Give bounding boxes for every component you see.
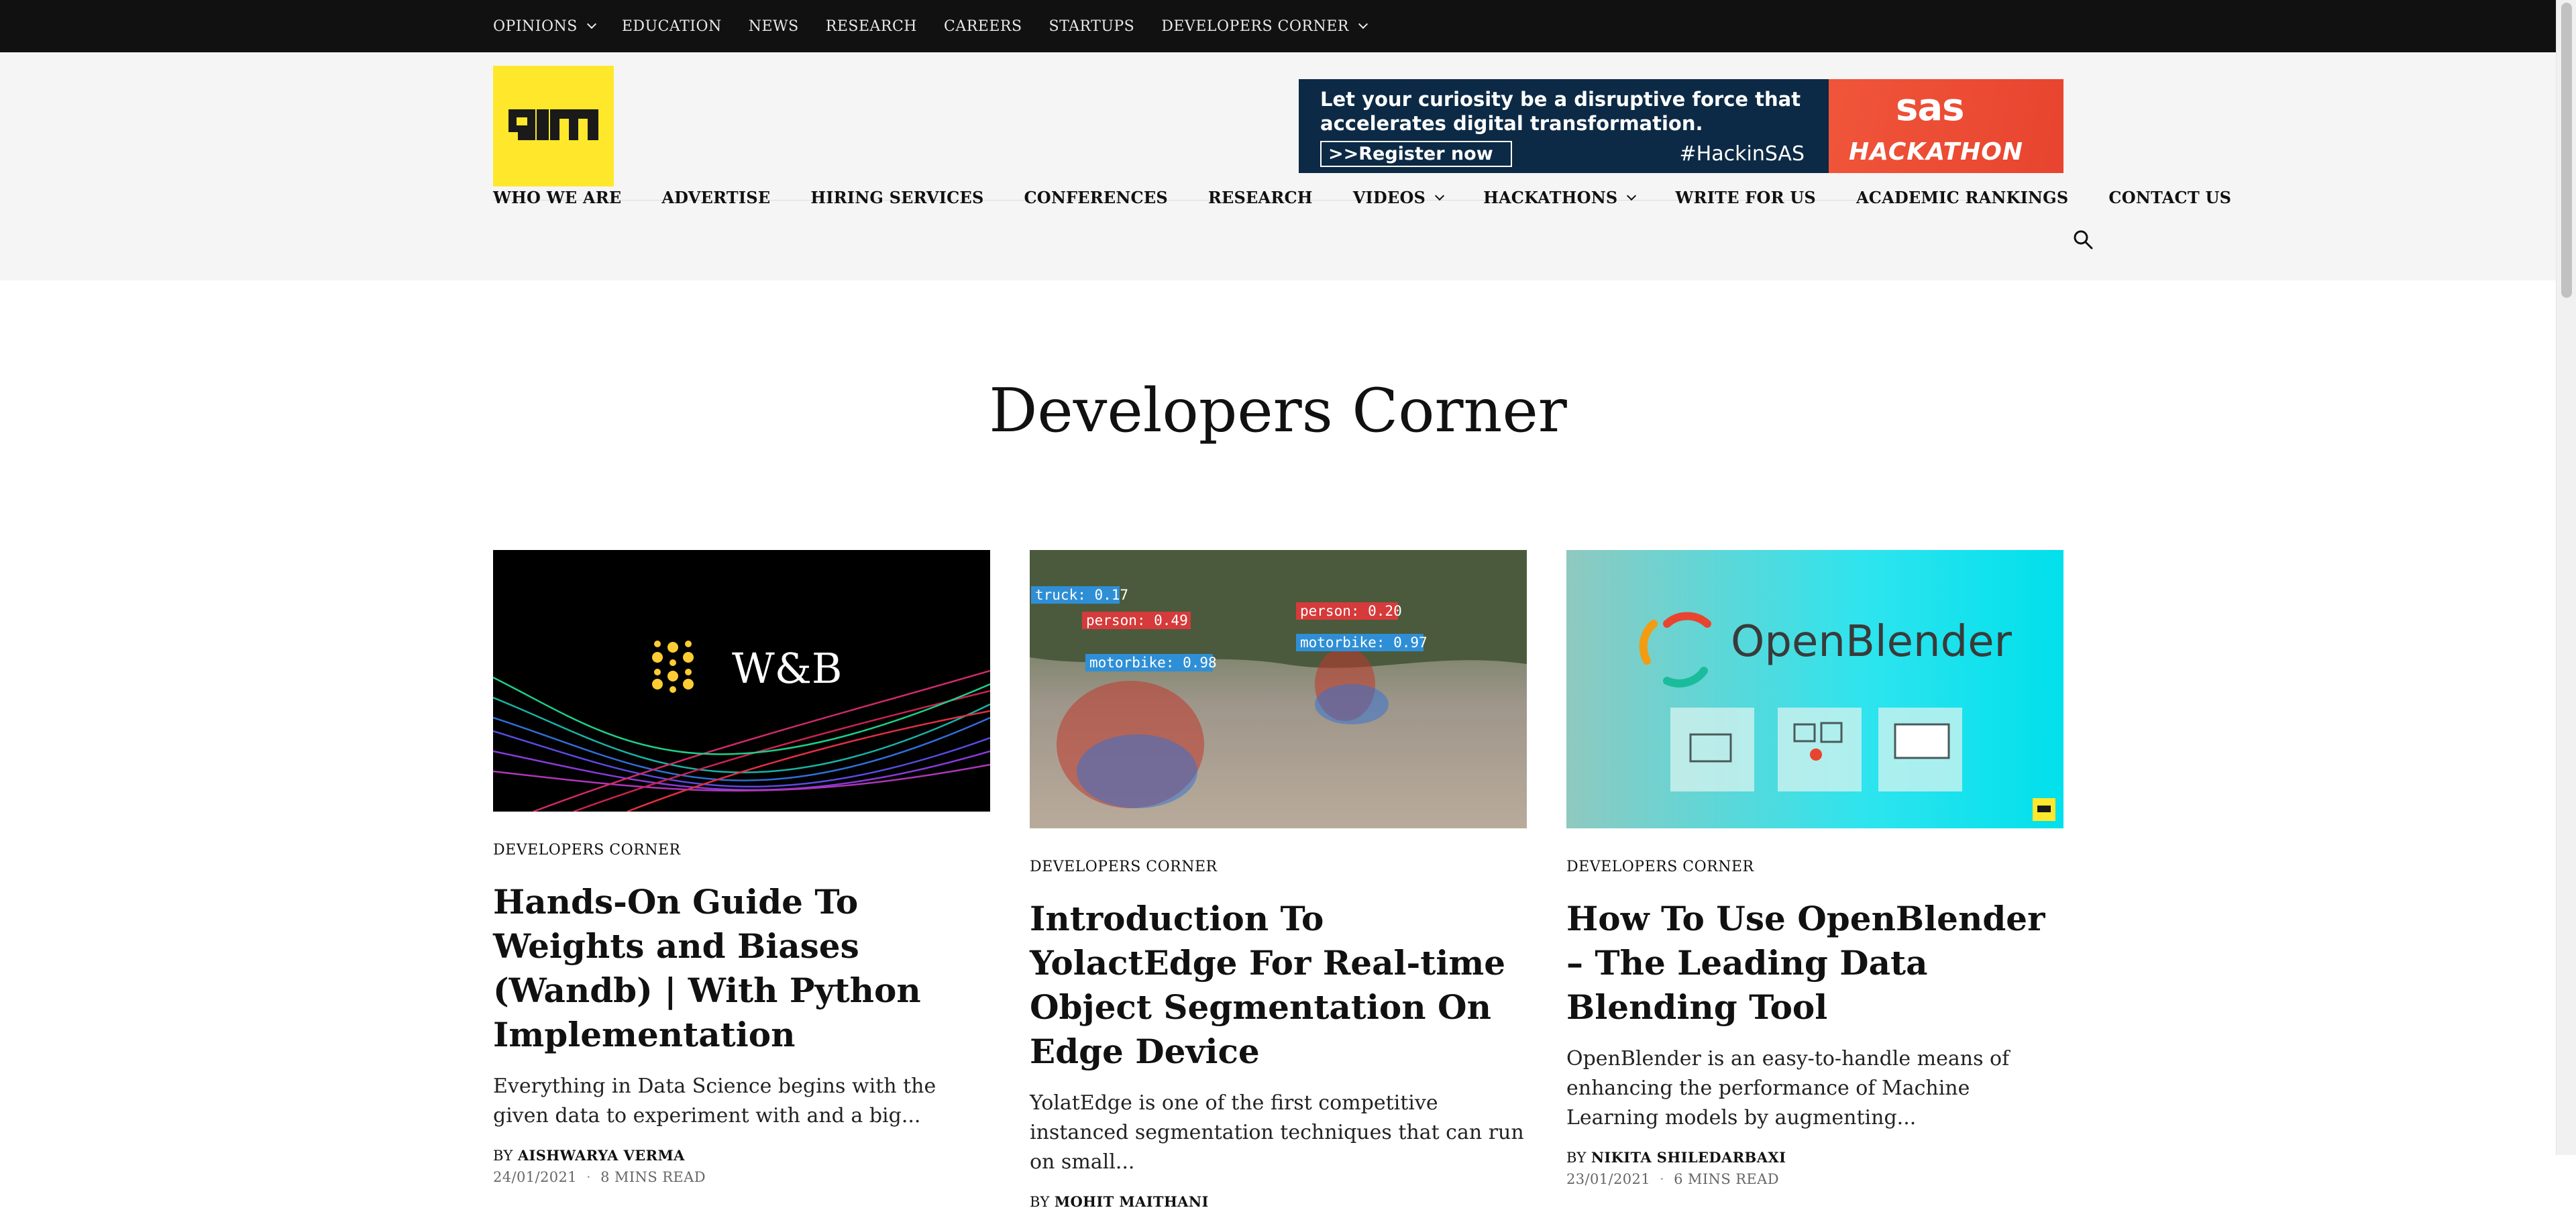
article-date: 24/01/2021 [493, 1169, 578, 1185]
nav-label: WHO WE ARE [493, 188, 622, 207]
page-title: Developers Corner [989, 376, 1567, 446]
article-meta: 24/01/2021 · 8 MINS READ [493, 1169, 990, 1185]
nav-write-for-us[interactable]: WRITE FOR US [1675, 188, 1816, 207]
bbox-label: motorbike: 0.98 [1089, 655, 1217, 671]
article-excerpt: OpenBlender is an easy-to-handle means o… [1566, 1047, 2010, 1130]
thumbnail-caption: W&B [732, 644, 843, 693]
scrollbar-thumb[interactable] [2561, 3, 2572, 298]
article-byline: BY MOHIT MAITHANI [1030, 1193, 1527, 1210]
topnav-label: DEVELOPERS CORNER [1161, 17, 1349, 35]
ad-text: Let your curiosity be a disruptive force… [1320, 88, 1801, 135]
topnav-startups[interactable]: STARTUPS [1049, 18, 1135, 35]
topnav-developers-corner[interactable]: DEVELOPERS CORNER [1161, 17, 1368, 35]
topnav-label: NEWS [748, 17, 799, 35]
byline-prefix: BY [1030, 1194, 1050, 1210]
page-scrollbar[interactable] [2556, 0, 2576, 1155]
topnav-research[interactable]: RESEARCH [826, 18, 917, 35]
nav-label: CONFERENCES [1024, 188, 1168, 207]
article-category[interactable]: DEVELOPERS CORNER [493, 842, 990, 859]
article-thumbnail[interactable]: truck: 0.17 person: 0.49 person: 0.20 mo… [1030, 550, 1527, 828]
article-byline: BY NIKITA SHILEDARBAXI [1566, 1149, 2063, 1166]
ad-hashtag: #HackinSAS [1679, 142, 1805, 166]
article-meta: 23/01/2021 · 6 MINS READ [1566, 1171, 2063, 1187]
nav-label: HIRING SERVICES [810, 188, 984, 207]
article-title[interactable]: Introduction To YolactEdge For Real-time… [1030, 897, 1527, 1074]
chevron-down-icon [1627, 190, 1637, 201]
topnav-education[interactable]: EDUCATION [622, 18, 722, 35]
byline-prefix: BY [1566, 1150, 1587, 1166]
nav-research[interactable]: RESEARCH [1208, 188, 1313, 207]
topnav-careers[interactable]: CAREERS [944, 18, 1022, 35]
article-author[interactable]: NIKITA SHILEDARBAXI [1591, 1149, 1786, 1166]
article-title[interactable]: How To Use OpenBlender – The Leading Dat… [1566, 897, 2063, 1030]
article-read-time: 8 MINS READ [600, 1169, 706, 1185]
article-excerpt: YolatEdge is one of the first competitiv… [1030, 1091, 1524, 1174]
bbox-label: motorbike: 0.97 [1300, 635, 1428, 651]
site-logo[interactable] [493, 66, 614, 186]
article-excerpt: Everything in Data Science begins with t… [493, 1075, 936, 1128]
top-nav: OPINIONS EDUCATION NEWS RESEARCH CAREERS… [493, 0, 1368, 52]
yolact-photo: truck: 0.17 person: 0.49 person: 0.20 mo… [1030, 550, 1527, 828]
chevron-down-icon [1358, 19, 1368, 30]
nav-advertise[interactable]: ADVERTISE [661, 188, 770, 207]
nav-hiring-services[interactable]: HIRING SERVICES [810, 188, 983, 207]
nav-label: HACKATHONS [1483, 188, 1618, 207]
top-bar: OPINIONS EDUCATION NEWS RESEARCH CAREERS… [0, 0, 2556, 52]
openblender-graphic [1639, 612, 2055, 821]
topnav-label: OPINIONS [493, 17, 578, 35]
article-card: truck: 0.17 person: 0.49 person: 0.20 mo… [1030, 550, 1527, 1210]
article-date: 23/01/2021 [1566, 1171, 1651, 1187]
ad-banner[interactable]: Let your curiosity be a disruptive force… [1299, 79, 2063, 173]
nav-conferences[interactable]: CONFERENCES [1024, 188, 1167, 207]
site-header: Let your curiosity be a disruptive force… [0, 52, 2556, 280]
article-title[interactable]: Hands-On Guide To Weights and Biases (Wa… [493, 880, 990, 1057]
article-card: W&B DEVELOPERS CORNER Hands-On Guide To … [493, 550, 990, 1185]
nav-label: VIDEOS [1352, 188, 1426, 207]
search-icon[interactable] [2073, 229, 2093, 250]
nav-label: RESEARCH [1208, 188, 1313, 207]
article-author[interactable]: MOHIT MAITHANI [1055, 1193, 1209, 1210]
byline-prefix: BY [493, 1148, 513, 1164]
topnav-label: CAREERS [943, 17, 1022, 35]
topnav-label: STARTUPS [1049, 17, 1135, 35]
nav-label: WRITE FOR US [1675, 188, 1816, 207]
nav-hackathons[interactable]: HACKATHONS [1483, 188, 1637, 207]
nav-label: ACADEMIC RANKINGS [1856, 188, 2069, 207]
nav-label: ADVERTISE [661, 188, 771, 207]
article-card: OpenBlender DEVELOPERS CORNER How To Use… [1566, 550, 2063, 1187]
nav-who-we-are[interactable]: WHO WE ARE [493, 188, 621, 207]
topnav-opinions[interactable]: OPINIONS [493, 17, 596, 35]
meta-separator: · [586, 1169, 592, 1185]
meta-separator: · [1660, 1171, 1665, 1187]
article-author[interactable]: AISHWARYA VERMA [518, 1147, 685, 1164]
thumbnail-caption: OpenBlender [1731, 617, 2012, 667]
nav-contact-us[interactable]: CONTACT US [2108, 188, 2231, 207]
chevron-down-icon [1435, 190, 1445, 201]
nav-academic-rankings[interactable]: ACADEMIC RANKINGS [1856, 188, 2068, 207]
bbox-label: person: 0.49 [1086, 612, 1188, 628]
article-category[interactable]: DEVELOPERS CORNER [1566, 859, 2063, 875]
article-read-time: 6 MINS READ [1674, 1171, 1779, 1187]
topnav-news[interactable]: NEWS [749, 18, 799, 35]
article-thumbnail[interactable]: OpenBlender [1566, 550, 2063, 828]
article-byline: BY AISHWARYA VERMA [493, 1147, 990, 1164]
nav-label: CONTACT US [2108, 188, 2232, 207]
article-thumbnail[interactable]: W&B [493, 550, 990, 812]
main-nav: WHO WE ARE ADVERTISE HIRING SERVICES CON… [493, 188, 2231, 207]
hackathon-wordmark: HACKATHON [1849, 138, 2024, 166]
ad-left-panel: Let your curiosity be a disruptive force… [1299, 79, 1829, 173]
aim-logo-icon [508, 109, 598, 140]
ad-register-button[interactable]: >>Register now [1320, 141, 1512, 167]
bbox-label: person: 0.20 [1300, 603, 1402, 619]
chevron-down-icon [586, 19, 596, 30]
topnav-label: RESEARCH [825, 17, 917, 35]
bbox-label: truck: 0.17 [1035, 587, 1128, 603]
topnav-label: EDUCATION [621, 17, 722, 35]
article-category[interactable]: DEVELOPERS CORNER [1030, 859, 1527, 875]
sas-logo: sas [1896, 86, 1964, 129]
ad-right-panel: sas HACKATHON [1829, 79, 2063, 173]
nav-videos[interactable]: VIDEOS [1352, 188, 1445, 207]
